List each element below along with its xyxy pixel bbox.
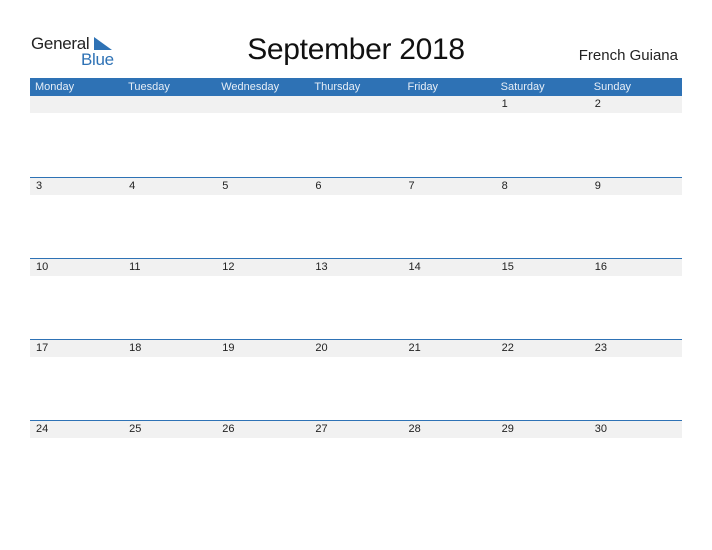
day-cell bbox=[216, 96, 309, 113]
day-cell bbox=[123, 96, 216, 113]
day-cell bbox=[309, 96, 402, 113]
weekday-monday: Monday bbox=[35, 81, 75, 93]
date-strip: 3 4 5 6 7 8 9 bbox=[30, 177, 682, 195]
day-cell: 10 bbox=[36, 261, 49, 273]
day-cell: 9 bbox=[594, 180, 601, 192]
day-cell: 8 bbox=[501, 180, 508, 192]
day-cell: 15 bbox=[501, 261, 514, 273]
weekday-saturday: Saturday bbox=[500, 81, 545, 93]
weekday-header: Monday Tuesday Wednesday Thursday Friday… bbox=[30, 78, 682, 96]
weekday-friday: Friday bbox=[407, 81, 439, 93]
day-cell: 27 bbox=[315, 423, 328, 435]
day-cell: 29 bbox=[501, 423, 514, 435]
day-cell: 30 bbox=[594, 423, 607, 435]
week-row: 3 4 5 6 7 8 9 bbox=[30, 177, 682, 258]
day-cell: 22 bbox=[501, 342, 514, 354]
date-strip: 10 11 12 13 14 15 16 bbox=[30, 258, 682, 276]
day-cell: 17 bbox=[36, 342, 49, 354]
weekday-wednesday: Wednesday bbox=[221, 81, 280, 93]
day-cell: 6 bbox=[315, 180, 322, 192]
day-cell: 19 bbox=[222, 342, 235, 354]
weekday-thursday: Thursday bbox=[314, 81, 361, 93]
week-row: 24 25 26 27 28 29 30 bbox=[30, 420, 682, 501]
date-strip: 24 25 26 27 28 29 30 bbox=[30, 420, 682, 438]
date-strip: 1 2 bbox=[30, 96, 682, 113]
day-cell: 13 bbox=[315, 261, 328, 273]
weekday-sunday: Sunday bbox=[593, 81, 632, 93]
day-cell: 12 bbox=[222, 261, 235, 273]
day-cell: 28 bbox=[408, 423, 421, 435]
day-cell: 25 bbox=[129, 423, 142, 435]
day-cell: 1 bbox=[501, 98, 508, 110]
day-cell: 26 bbox=[222, 423, 235, 435]
day-cell: 14 bbox=[408, 261, 421, 273]
day-cell: 5 bbox=[222, 180, 229, 192]
day-cell: 4 bbox=[129, 180, 136, 192]
week-row: 1 2 bbox=[30, 96, 682, 177]
week-row: 10 11 12 13 14 15 16 bbox=[30, 258, 682, 339]
day-cell: 18 bbox=[129, 342, 142, 354]
day-cell: 24 bbox=[36, 423, 49, 435]
date-strip: 17 18 19 20 21 22 23 bbox=[30, 339, 682, 357]
weekday-tuesday: Tuesday bbox=[128, 81, 170, 93]
day-cell: 21 bbox=[408, 342, 421, 354]
day-cell: 20 bbox=[315, 342, 328, 354]
day-cell: 23 bbox=[594, 342, 607, 354]
day-cell: 16 bbox=[594, 261, 607, 273]
country-label: French Guiana bbox=[578, 47, 678, 64]
week-row: 17 18 19 20 21 22 23 bbox=[30, 339, 682, 420]
day-cell bbox=[403, 96, 496, 113]
day-cell bbox=[30, 96, 123, 113]
day-cell: 2 bbox=[594, 98, 601, 110]
day-cell: 11 bbox=[129, 261, 141, 273]
day-cell: 3 bbox=[36, 180, 43, 192]
day-cell: 7 bbox=[408, 180, 415, 192]
